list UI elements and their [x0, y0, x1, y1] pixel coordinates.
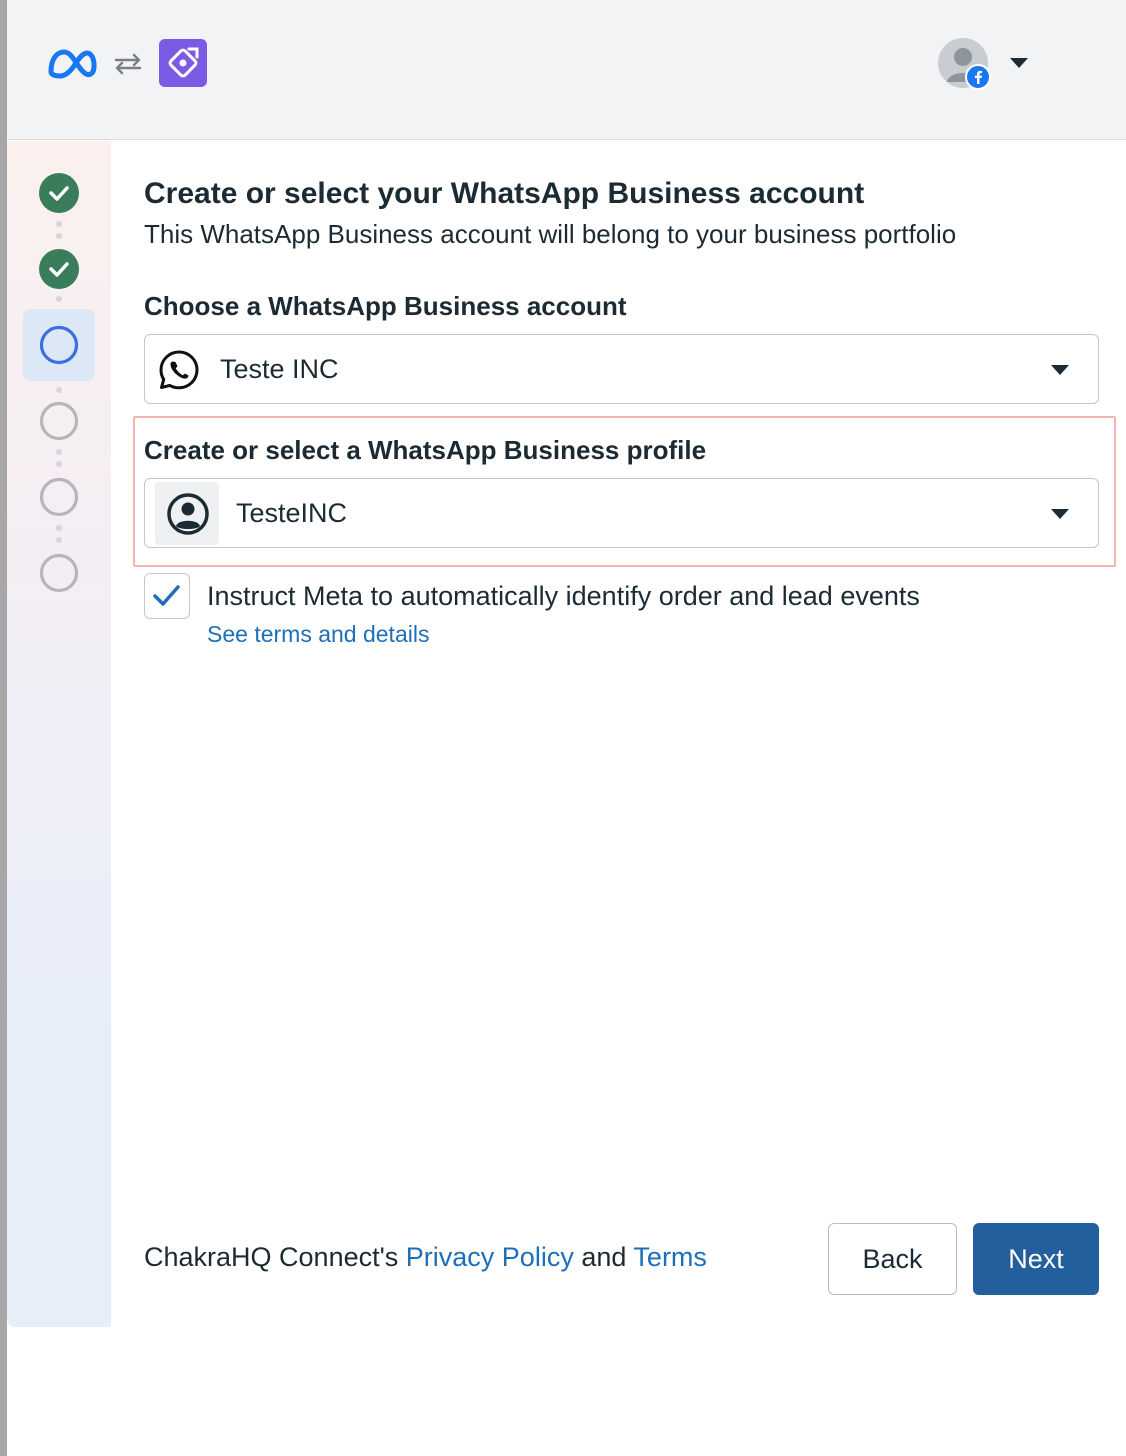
auto-events-checkbox[interactable]	[144, 573, 190, 619]
see-terms-link[interactable]: See terms and details	[207, 621, 429, 648]
business-profile-select[interactable]: TesteINC	[144, 478, 1099, 548]
header-bar	[7, 0, 1126, 140]
profile-avatar-icon	[167, 493, 209, 535]
window-edge	[0, 0, 7, 1456]
footer-legal-text: ChakraHQ Connect's Privacy Policy and Te…	[144, 1242, 707, 1273]
whatsapp-account-value: Teste INC	[220, 354, 339, 384]
account-avatar[interactable]	[938, 38, 991, 90]
progress-stepper	[7, 141, 111, 1327]
form-content: Create or select your WhatsApp Business …	[133, 141, 1126, 1327]
account-field-label: Choose a WhatsApp Business account	[144, 291, 627, 321]
caret-down-icon[interactable]	[1009, 56, 1029, 70]
step-connector	[56, 525, 62, 549]
step-connector	[56, 449, 62, 473]
step-current-icon	[39, 325, 79, 365]
privacy-policy-link[interactable]: Privacy Policy	[406, 1242, 574, 1272]
step-pending-icon	[39, 477, 79, 517]
step-connector	[56, 296, 62, 308]
onboarding-card: Create or select your WhatsApp Business …	[7, 141, 1126, 1327]
checkmark-icon	[153, 585, 180, 606]
step-pending-icon	[39, 553, 79, 593]
page-subtitle: This WhatsApp Business account will belo…	[144, 219, 957, 249]
footer-prefix: ChakraHQ Connect's	[144, 1242, 399, 1272]
meta-logo-icon	[48, 49, 97, 79]
step-complete-icon	[39, 249, 79, 289]
step-connector	[56, 387, 62, 399]
footer-and: and	[581, 1242, 627, 1272]
arrows-swap-icon	[114, 53, 142, 75]
step-pending-icon	[39, 401, 79, 441]
terms-link[interactable]: Terms	[633, 1242, 707, 1272]
page-title: Create or select your WhatsApp Business …	[144, 177, 865, 210]
whatsapp-icon	[159, 350, 199, 390]
app-icon	[159, 39, 207, 87]
whatsapp-account-select[interactable]: Teste INC	[144, 334, 1099, 404]
auto-events-label: Instruct Meta to automatically identify …	[207, 581, 920, 611]
back-button[interactable]: Back	[828, 1223, 957, 1295]
profile-field-label: Create or select a WhatsApp Business pro…	[144, 435, 707, 465]
step-connector	[56, 221, 62, 245]
chevron-down-icon	[1051, 509, 1069, 519]
chevron-down-icon	[1051, 365, 1069, 375]
business-profile-value: TesteINC	[236, 498, 348, 528]
next-button[interactable]: Next	[973, 1223, 1099, 1295]
step-complete-icon	[39, 173, 79, 213]
facebook-icon	[965, 64, 991, 90]
